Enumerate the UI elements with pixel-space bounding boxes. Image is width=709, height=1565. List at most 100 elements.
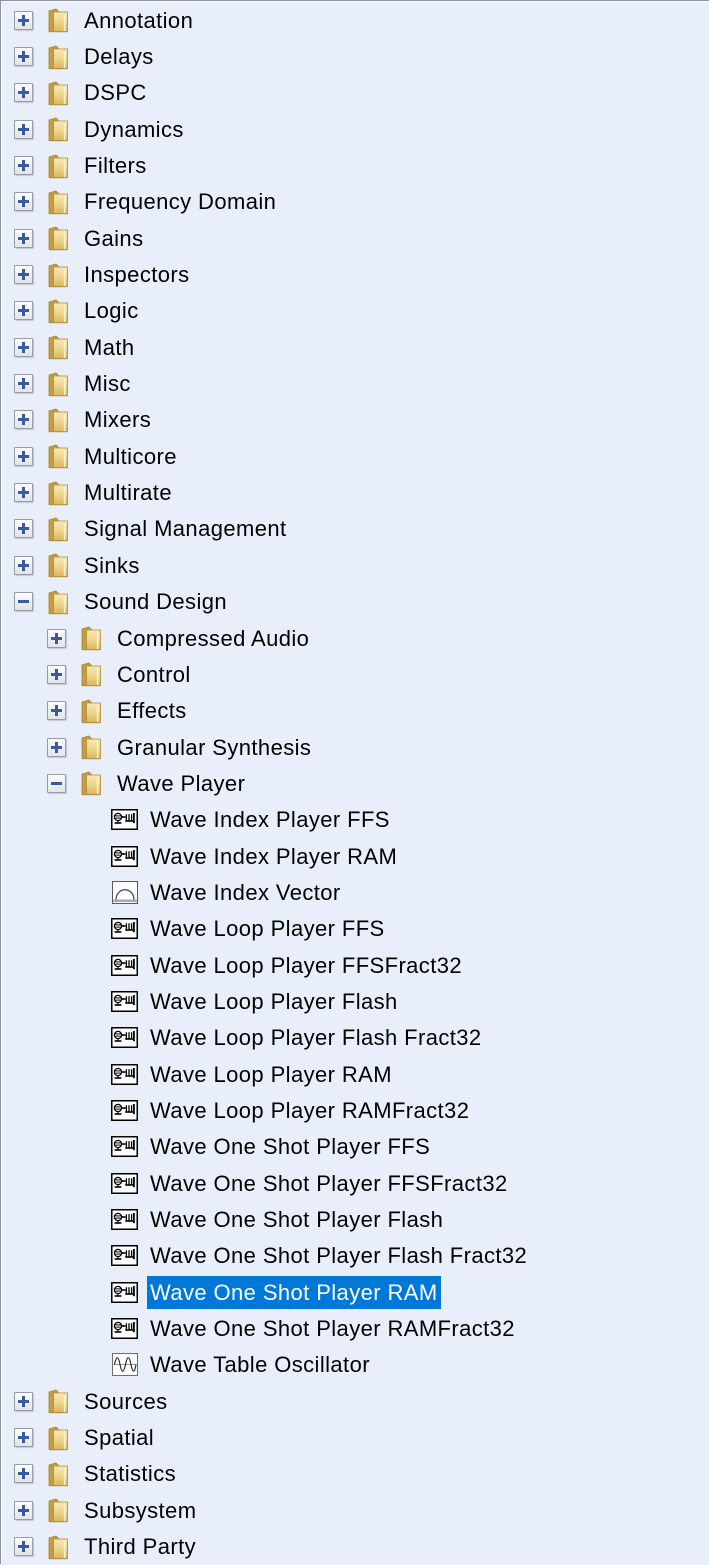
- node-label[interactable]: Sources: [81, 1385, 171, 1418]
- tree-node[interactable]: Wave Index Player RAM: [1, 838, 709, 874]
- node-label[interactable]: Statistics: [81, 1457, 179, 1490]
- node-label[interactable]: Logic: [81, 294, 142, 327]
- expand-plus-icon[interactable]: [14, 410, 33, 429]
- tree-node[interactable]: Frequency Domain: [1, 184, 709, 220]
- expand-plus-icon[interactable]: [14, 483, 33, 502]
- tree-node[interactable]: Signal Management: [1, 511, 709, 547]
- expand-plus-icon[interactable]: [14, 192, 33, 211]
- tree-node[interactable]: Granular Synthesis: [1, 729, 709, 765]
- node-label[interactable]: Inspectors: [81, 258, 193, 291]
- node-label[interactable]: Delays: [81, 40, 157, 73]
- node-label[interactable]: Gains: [81, 222, 146, 255]
- tree-node[interactable]: Wave Loop Player FFSFract32: [1, 947, 709, 983]
- tree-node[interactable]: Wave Loop Player RAM: [1, 1056, 709, 1092]
- node-label[interactable]: Annotation: [81, 4, 196, 37]
- expand-plus-icon[interactable]: [14, 229, 33, 248]
- node-label[interactable]: Wave Index Player RAM: [147, 840, 400, 873]
- node-label[interactable]: Wave Loop Player FFS: [147, 912, 388, 945]
- node-label[interactable]: Effects: [114, 694, 190, 727]
- expand-plus-icon[interactable]: [14, 447, 33, 466]
- tree-node[interactable]: Wave Loop Player RAMFract32: [1, 1092, 709, 1128]
- tree-node[interactable]: Compressed Audio: [1, 620, 709, 656]
- tree-node[interactable]: Wave Loop Player Flash: [1, 983, 709, 1019]
- expand-plus-icon[interactable]: [14, 1537, 33, 1556]
- tree-node[interactable]: Wave Index Player FFS: [1, 802, 709, 838]
- tree-node[interactable]: Mixers: [1, 402, 709, 438]
- tree-node[interactable]: Filters: [1, 147, 709, 183]
- node-label[interactable]: Wave Index Player FFS: [147, 803, 393, 836]
- expand-plus-icon[interactable]: [14, 1392, 33, 1411]
- node-label[interactable]: Multicore: [81, 440, 180, 473]
- tree-node[interactable]: Multirate: [1, 474, 709, 510]
- tree-node[interactable]: Effects: [1, 693, 709, 729]
- node-label[interactable]: Subsystem: [81, 1494, 199, 1527]
- node-label[interactable]: Wave Loop Player Flash Fract32: [147, 1021, 485, 1054]
- expand-plus-icon[interactable]: [14, 338, 33, 357]
- tree-node[interactable]: Sources: [1, 1383, 709, 1419]
- node-label[interactable]: Wave One Shot Player Flash Fract32: [147, 1239, 530, 1272]
- tree-node[interactable]: Wave Table Oscillator: [1, 1347, 709, 1383]
- node-label[interactable]: Mixers: [81, 403, 154, 436]
- node-label[interactable]: Wave Loop Player RAM: [147, 1058, 395, 1091]
- expand-plus-icon[interactable]: [14, 556, 33, 575]
- node-label[interactable]: Control: [114, 658, 194, 691]
- expand-plus-icon[interactable]: [14, 301, 33, 320]
- node-label[interactable]: Filters: [81, 149, 150, 182]
- node-label[interactable]: Wave One Shot Player RAMFract32: [147, 1312, 518, 1345]
- tree-node[interactable]: Statistics: [1, 1456, 709, 1492]
- node-label[interactable]: Wave Loop Player RAMFract32: [147, 1094, 472, 1127]
- tree-node[interactable]: Delays: [1, 38, 709, 74]
- expand-plus-icon[interactable]: [47, 665, 66, 684]
- tree-node[interactable]: Logic: [1, 293, 709, 329]
- node-label[interactable]: Compressed Audio: [114, 622, 312, 655]
- collapse-minus-icon[interactable]: [14, 592, 33, 611]
- tree-node[interactable]: Wave One Shot Player Flash Fract32: [1, 1238, 709, 1274]
- node-label[interactable]: Granular Synthesis: [114, 731, 314, 764]
- tree-node[interactable]: Dynamics: [1, 111, 709, 147]
- tree-node[interactable]: Wave Index Vector: [1, 874, 709, 910]
- node-label[interactable]: Frequency Domain: [81, 185, 279, 218]
- node-label[interactable]: Wave One Shot Player FFSFract32: [147, 1167, 511, 1200]
- tree-node[interactable]: Misc: [1, 365, 709, 401]
- tree-node[interactable]: Wave One Shot Player RAM: [1, 1274, 709, 1310]
- node-label[interactable]: Signal Management: [81, 512, 289, 545]
- expand-plus-icon[interactable]: [47, 629, 66, 648]
- node-label[interactable]: Third Party: [81, 1530, 199, 1563]
- expand-plus-icon[interactable]: [47, 738, 66, 757]
- tree-node[interactable]: Inspectors: [1, 256, 709, 292]
- expand-plus-icon[interactable]: [14, 120, 33, 139]
- expand-plus-icon[interactable]: [14, 1428, 33, 1447]
- expand-plus-icon[interactable]: [14, 11, 33, 30]
- tree-node[interactable]: Sinks: [1, 547, 709, 583]
- tree-node[interactable]: Multicore: [1, 438, 709, 474]
- tree-node[interactable]: DSPC: [1, 75, 709, 111]
- expand-plus-icon[interactable]: [14, 519, 33, 538]
- node-label[interactable]: Multirate: [81, 476, 175, 509]
- tree-node[interactable]: Wave One Shot Player Flash: [1, 1201, 709, 1237]
- tree-node[interactable]: Annotation: [1, 2, 709, 38]
- node-label[interactable]: Math: [81, 331, 138, 364]
- node-label[interactable]: Wave One Shot Player Flash: [147, 1203, 446, 1236]
- tree-node[interactable]: Sound Design: [1, 584, 709, 620]
- tree-node[interactable]: Wave One Shot Player RAMFract32: [1, 1310, 709, 1346]
- tree-node[interactable]: Math: [1, 329, 709, 365]
- expand-plus-icon[interactable]: [14, 1464, 33, 1483]
- tree-node[interactable]: Wave One Shot Player FFSFract32: [1, 1165, 709, 1201]
- node-label[interactable]: Wave Table Oscillator: [147, 1348, 373, 1381]
- expand-plus-icon[interactable]: [14, 265, 33, 284]
- tree-node[interactable]: Wave Loop Player Flash Fract32: [1, 1020, 709, 1056]
- expand-plus-icon[interactable]: [14, 83, 33, 102]
- tree-node[interactable]: Third Party: [1, 1528, 709, 1564]
- node-label[interactable]: Dynamics: [81, 113, 187, 146]
- expand-plus-icon[interactable]: [14, 47, 33, 66]
- node-label[interactable]: Spatial: [81, 1421, 157, 1454]
- expand-plus-icon[interactable]: [14, 374, 33, 393]
- expand-plus-icon[interactable]: [14, 1501, 33, 1520]
- tree-node[interactable]: Wave Loop Player FFS: [1, 911, 709, 947]
- collapse-minus-icon[interactable]: [47, 774, 66, 793]
- node-label[interactable]: Misc: [81, 367, 134, 400]
- node-label[interactable]: DSPC: [81, 76, 150, 109]
- expand-plus-icon[interactable]: [47, 701, 66, 720]
- expand-plus-icon[interactable]: [14, 156, 33, 175]
- tree-node[interactable]: Subsystem: [1, 1492, 709, 1528]
